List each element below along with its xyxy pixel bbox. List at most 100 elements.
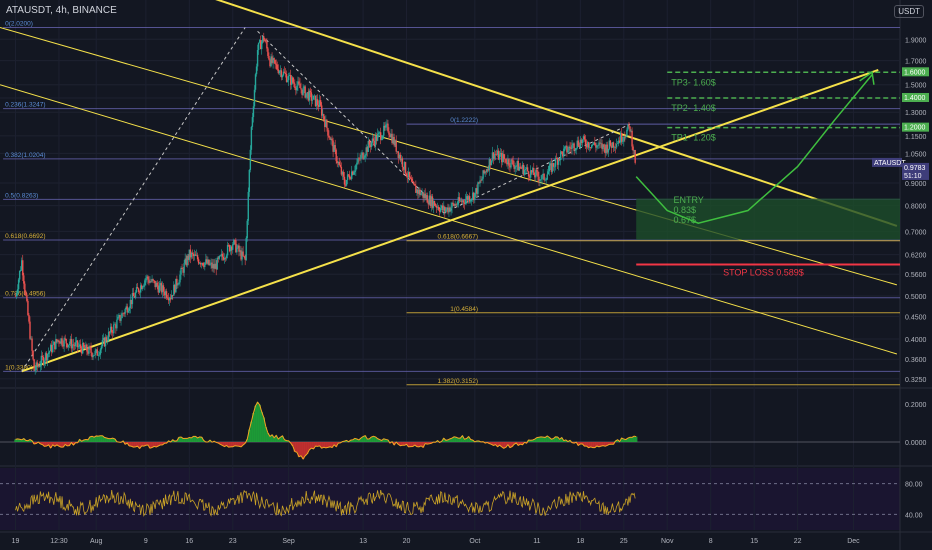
- candle-body: [197, 259, 200, 264]
- candle-body: [339, 164, 342, 167]
- candle-body: [253, 89, 256, 107]
- candle-body: [107, 331, 110, 341]
- price-tick-label: 0.8000: [905, 204, 927, 211]
- candle-body: [474, 192, 476, 201]
- candle-body: [450, 207, 452, 212]
- candle-body: [43, 360, 46, 365]
- candle-body: [326, 119, 328, 129]
- osc-histogram-bar: [457, 438, 460, 442]
- rsi-tick-label: 40.00: [905, 512, 923, 519]
- osc-histogram-bar: [237, 442, 241, 447]
- candle-body: [93, 355, 95, 356]
- price-tag: ATAUSDT: [874, 160, 906, 167]
- candle-body: [299, 83, 301, 89]
- candle-body: [52, 344, 54, 353]
- osc-histogram-bar: [372, 436, 375, 442]
- candle-body: [547, 171, 549, 175]
- osc-histogram-bar: [196, 437, 199, 442]
- candle-body: [323, 114, 325, 120]
- candle-body: [79, 344, 82, 349]
- candle-body: [414, 184, 416, 186]
- candle-body: [342, 171, 345, 177]
- candle-body: [121, 313, 123, 319]
- candle-body: [90, 347, 92, 353]
- candle-body: [527, 171, 530, 177]
- candle-body: [302, 87, 304, 95]
- fib-level-label: 1.382(0.3152): [438, 378, 478, 385]
- candle-body: [511, 159, 513, 161]
- candle-body: [116, 319, 118, 329]
- candle-body: [77, 346, 80, 348]
- candle-body: [219, 255, 222, 257]
- candle-body: [411, 178, 413, 182]
- candle-body: [404, 162, 407, 174]
- candle-body: [292, 77, 294, 83]
- currency-badge[interactable]: USDT: [894, 5, 924, 18]
- candle-body: [179, 274, 181, 283]
- candle-body: [364, 155, 366, 158]
- candle-body: [92, 355, 94, 358]
- candle-body: [331, 138, 333, 141]
- osc-histogram-bar: [419, 442, 423, 446]
- osc-histogram-bar: [324, 442, 328, 448]
- candle-body: [96, 349, 98, 356]
- candle-body: [243, 255, 245, 257]
- candle-body: [370, 142, 373, 148]
- time-tick-label: 15: [750, 538, 758, 545]
- candle-body: [353, 172, 355, 175]
- osc-histogram-bar: [254, 405, 257, 442]
- candle-body: [17, 279, 20, 290]
- candle-body: [32, 350, 34, 360]
- candle-body: [276, 64, 278, 70]
- osc-histogram-bar: [260, 411, 263, 442]
- candle-body: [622, 140, 624, 142]
- time-tick-label: 23: [229, 538, 237, 545]
- entry-label: 0.83$: [673, 205, 696, 215]
- candle-body: [504, 158, 506, 160]
- candle-body: [368, 141, 371, 145]
- osc-histogram-bar: [539, 436, 543, 442]
- price-tick-label: 1.0500: [905, 151, 927, 158]
- candle-body: [273, 58, 275, 60]
- candle-body: [577, 140, 579, 146]
- candle-body: [587, 142, 590, 148]
- price-tick-label: 0.4000: [905, 337, 927, 344]
- candle-body: [181, 267, 183, 269]
- price-tag: 51:10: [904, 173, 922, 180]
- candle-body: [18, 270, 21, 280]
- candle-body: [132, 292, 135, 297]
- osc-histogram-bar: [295, 442, 299, 453]
- candle-body: [191, 252, 194, 254]
- price-tick-label: 0.9000: [905, 181, 927, 188]
- osc-histogram-bar: [322, 442, 325, 448]
- candle-body: [439, 208, 442, 212]
- candle-body: [354, 170, 356, 173]
- candle-body: [143, 285, 145, 287]
- candle-body: [338, 161, 341, 165]
- candle-body: [225, 255, 228, 259]
- candle-body: [599, 142, 601, 144]
- candle-body: [426, 195, 428, 203]
- osc-histogram-bar: [258, 404, 261, 442]
- symbol-title: ATAUSDT, 4h, BINANCE: [6, 5, 117, 16]
- osc-histogram-bar: [136, 442, 139, 447]
- candle-body: [296, 85, 298, 91]
- candle-body: [345, 179, 348, 186]
- candle-body: [555, 158, 558, 159]
- candle-body: [242, 251, 244, 256]
- candle-body: [388, 131, 390, 135]
- candle-body: [15, 293, 18, 297]
- candle-body: [120, 318, 122, 321]
- candle-body: [98, 354, 101, 356]
- fib-level-label: 0.5(0.8263): [5, 192, 38, 199]
- chart-canvas[interactable]: 1.9000 1.7000 1.5000 1.4000 1.3000 1.1500 1.05…: [0, 0, 932, 550]
- price-tick-label: 1.1500: [905, 134, 927, 141]
- candle-body: [512, 160, 514, 166]
- time-tick-label: Sep: [282, 538, 295, 545]
- osc-histogram-bar: [591, 442, 594, 448]
- candle-body: [477, 182, 479, 194]
- candle-body: [387, 123, 389, 132]
- candle-body: [327, 128, 329, 136]
- fib-level-label: 0(1.2222): [450, 117, 478, 124]
- candle-body: [584, 139, 587, 145]
